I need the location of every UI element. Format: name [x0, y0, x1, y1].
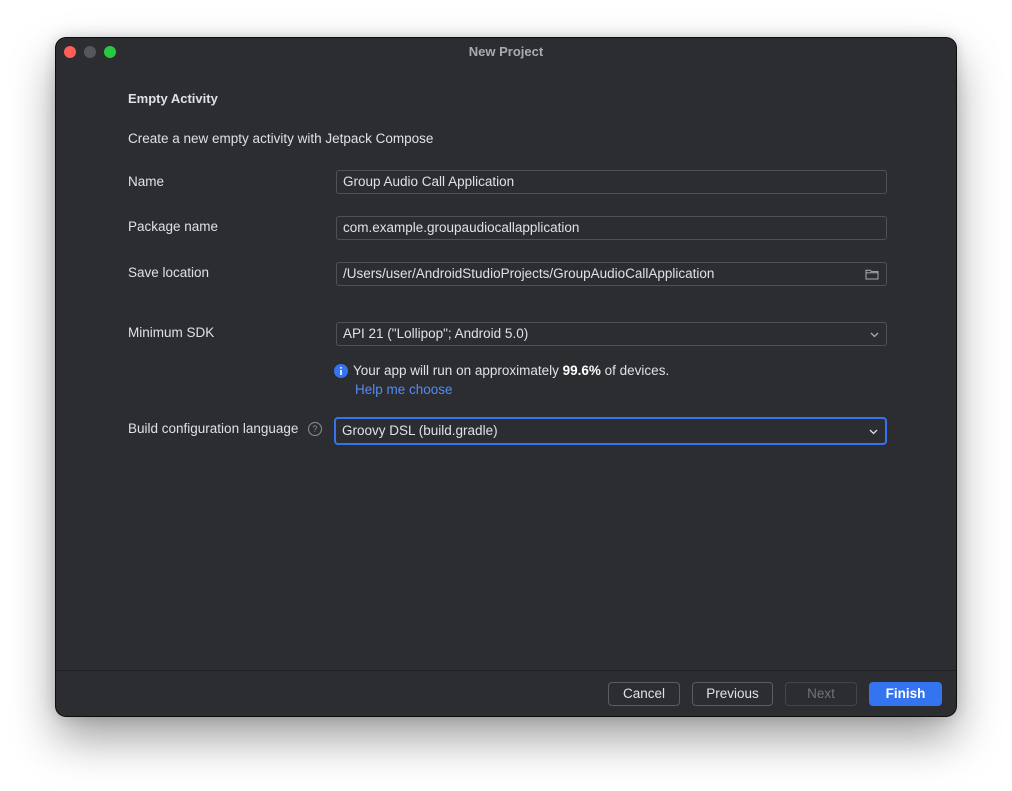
package-name-field[interactable]: com.example.groupaudiocallapplication [336, 216, 887, 240]
previous-button[interactable]: Previous [692, 682, 773, 706]
save-location-value: /Users/user/AndroidStudioProjects/GroupA… [343, 266, 715, 281]
coverage-percent: 99.6% [562, 363, 601, 378]
name-label: Name [128, 174, 165, 189]
minimum-sdk-value: API 21 ("Lollipop"; Android 5.0) [343, 326, 529, 341]
coverage-prefix: Your app will run on approximately [353, 363, 563, 378]
help-me-choose-link[interactable]: Help me choose [355, 382, 453, 397]
name-field-value: Group Audio Call Application [343, 174, 515, 189]
name-field[interactable]: Group Audio Call Application [336, 170, 887, 194]
next-button[interactable]: Next [785, 682, 857, 706]
build-config-language-value: Groovy DSL (build.gradle) [342, 423, 498, 438]
chevron-down-icon [870, 332, 879, 338]
package-name-label: Package name [128, 219, 219, 234]
save-location-field[interactable]: /Users/user/AndroidStudioProjects/GroupA… [336, 262, 887, 286]
device-coverage-text: Your app will run on approximately 99.6%… [353, 363, 669, 378]
template-heading: Empty Activity [128, 91, 218, 106]
chevron-down-icon [869, 429, 878, 435]
info-icon [334, 364, 348, 378]
save-location-label: Save location [128, 265, 210, 280]
cancel-button[interactable]: Cancel [608, 682, 680, 706]
minimum-sdk-label: Minimum SDK [128, 325, 215, 340]
help-question-icon[interactable]: ? [308, 422, 322, 436]
package-name-value: com.example.groupaudiocallapplication [343, 220, 580, 235]
minimum-sdk-dropdown[interactable]: API 21 ("Lollipop"; Android 5.0) [336, 322, 887, 346]
coverage-suffix: of devices. [600, 363, 670, 378]
template-description: Create a new empty activity with Jetpack… [128, 131, 434, 146]
new-project-dialog: New Project Empty Activity Create a new … [56, 38, 956, 716]
window-title: New Project [468, 44, 544, 59]
title-bar: New Project [56, 38, 956, 66]
build-config-language-label: Build configuration language [128, 421, 299, 436]
folder-icon[interactable] [865, 268, 879, 280]
footer-divider [56, 670, 956, 671]
build-config-language-dropdown[interactable]: Groovy DSL (build.gradle) [334, 417, 887, 445]
finish-button[interactable]: Finish [869, 682, 942, 706]
